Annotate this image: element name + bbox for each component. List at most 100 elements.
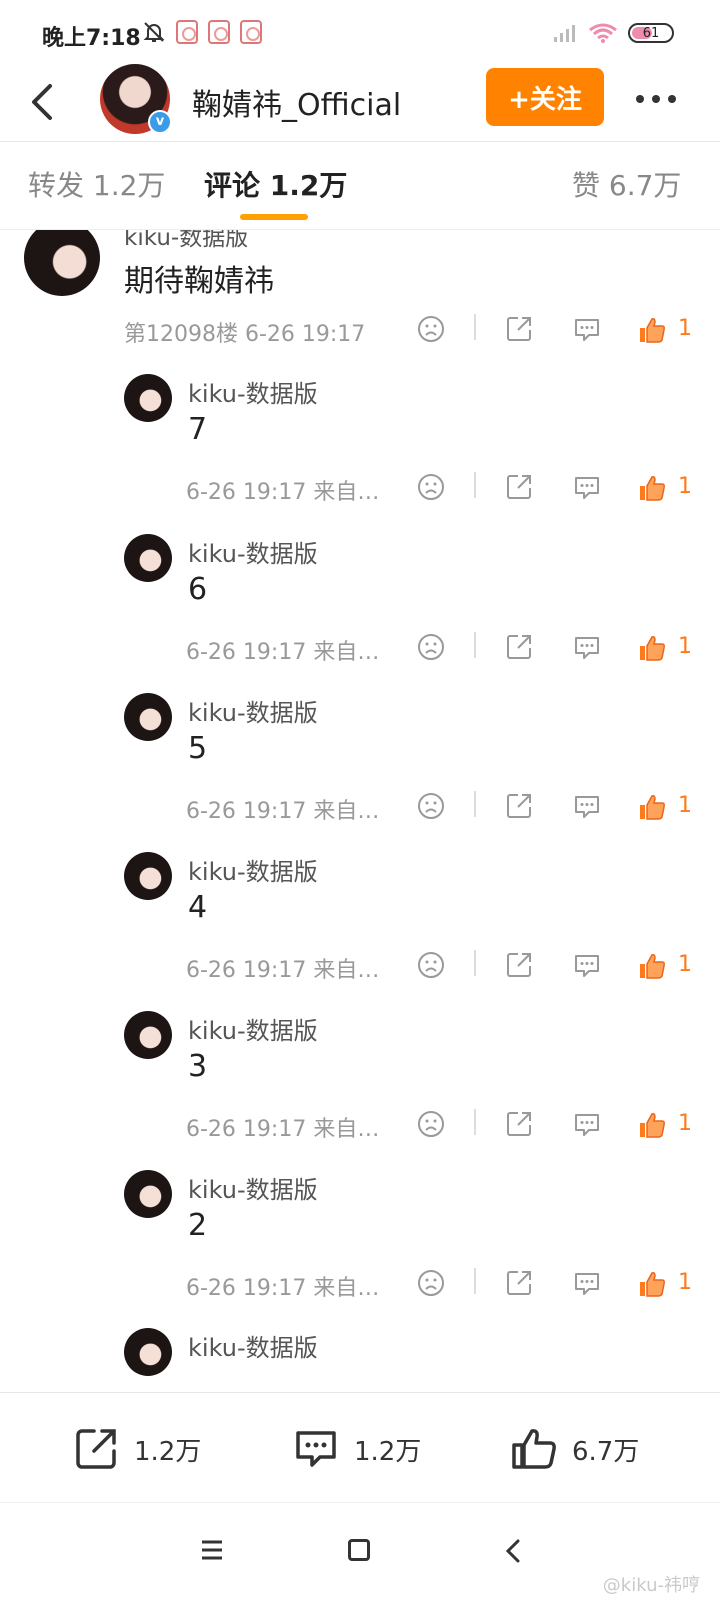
avatar[interactable] — [124, 374, 172, 422]
comment-list[interactable]: kiku-数据版 期待鞠婧祎 第12098楼 6-26 19:17 1 kiku… — [0, 230, 720, 1392]
more-options-icon[interactable] — [636, 84, 684, 114]
reply-text: 4 — [188, 890, 208, 925]
notification-icons — [142, 20, 262, 44]
comment-actions: 1 — [0, 314, 720, 354]
like-thumb-icon[interactable] — [636, 1268, 668, 1300]
reply-username[interactable]: kiku-数据版 — [188, 534, 318, 569]
dislike-face-icon[interactable] — [416, 472, 446, 502]
author-name[interactable]: 鞠婧祎_Official — [192, 80, 401, 124]
reply-item: kiku-数据版 5 6-26 19:17 来自… 1 — [0, 693, 720, 855]
like-thumb-icon[interactable] — [636, 950, 668, 982]
tab-reposts[interactable]: 转发 1.2万 — [28, 164, 165, 204]
reply-text: 3 — [188, 1049, 208, 1084]
reply-actions: 1 — [0, 1109, 720, 1149]
avatar[interactable] — [124, 1328, 172, 1376]
avatar[interactable] — [124, 1011, 172, 1059]
divider — [474, 950, 476, 976]
avatar[interactable] — [24, 230, 100, 296]
watermark: @kiku-祎哼 — [602, 1575, 700, 1596]
avatar[interactable] — [124, 693, 172, 741]
reply-icon[interactable] — [572, 1109, 602, 1139]
divider — [474, 632, 476, 658]
repost-count: 1.2万 — [134, 1436, 202, 1467]
wifi-icon — [589, 23, 617, 43]
reply-actions: 1 — [0, 1268, 720, 1308]
avatar[interactable] — [124, 852, 172, 900]
reply-actions: 1 — [0, 632, 720, 672]
weibo-notification-icon — [208, 20, 230, 44]
dislike-face-icon[interactable] — [416, 1109, 446, 1139]
reply-username[interactable]: kiku-数据版 — [188, 374, 318, 409]
dislike-face-icon[interactable] — [416, 791, 446, 821]
divider — [474, 791, 476, 817]
reply-icon[interactable] — [572, 632, 602, 662]
comment-button[interactable]: 1.2万 — [292, 1425, 421, 1473]
dislike-face-icon[interactable] — [416, 950, 446, 980]
signal-icon — [554, 25, 575, 42]
bottom-action-bar: 1.2万 1.2万 6.7万 — [0, 1392, 720, 1502]
divider — [474, 472, 476, 498]
reply-icon[interactable] — [572, 314, 602, 344]
reply-username[interactable]: kiku-数据版 — [188, 852, 318, 887]
dislike-face-icon[interactable] — [416, 1268, 446, 1298]
comment-icon — [296, 1431, 336, 1467]
comment-text: 期待鞠婧祎 — [124, 264, 274, 299]
share-icon[interactable] — [504, 791, 534, 821]
repost-button[interactable]: 1.2万 — [72, 1425, 201, 1473]
share-icon[interactable] — [504, 632, 534, 662]
like-thumb-icon[interactable] — [636, 314, 668, 346]
reply-actions: 1 — [0, 950, 720, 990]
reply-item: kiku-数据版 2 6-26 19:17 来自… 1 — [0, 1170, 720, 1332]
share-icon[interactable] — [504, 472, 534, 502]
reply-username[interactable]: kiku-数据版 — [188, 1011, 318, 1046]
reply-item: kiku-数据版 3 6-26 19:17 来自… 1 — [0, 1011, 720, 1173]
reply-text: 7 — [188, 412, 208, 447]
share-icon[interactable] — [504, 314, 534, 344]
reply-username[interactable]: kiku-数据版 — [188, 693, 318, 728]
follow-button[interactable]: +关注 — [486, 68, 604, 126]
dislike-face-icon[interactable] — [416, 314, 446, 344]
reply-item: kiku-数据版 — [0, 1328, 720, 1392]
like-thumb-icon[interactable] — [636, 632, 668, 664]
tab-likes[interactable]: 赞 6.7万 — [572, 164, 681, 204]
system-back-icon[interactable] — [500, 1537, 524, 1565]
tab-bar: 转发 1.2万 评论 1.2万 赞 6.7万 — [0, 142, 720, 230]
divider — [474, 1109, 476, 1135]
battery-level: 61 — [642, 25, 660, 41]
share-icon[interactable] — [504, 1268, 534, 1298]
tab-comments[interactable]: 评论 1.2万 — [204, 164, 347, 204]
status-time: 晚上7:18 — [42, 26, 141, 51]
like-thumb-icon[interactable] — [636, 791, 668, 823]
back-arrow-icon[interactable] — [24, 80, 64, 124]
weibo-notification-icon — [176, 20, 198, 44]
post-header: v 鞠婧祎_Official +关注 — [0, 64, 720, 142]
comment-item: kiku-数据版 期待鞠婧祎 第12098楼 6-26 19:17 1 — [0, 230, 720, 370]
reply-icon[interactable] — [572, 472, 602, 502]
system-navigation: @kiku-祎哼 — [0, 1502, 720, 1600]
like-thumb-icon[interactable] — [636, 472, 668, 504]
reply-username[interactable]: kiku-数据版 — [188, 1328, 318, 1363]
like-count: 1 — [678, 1111, 692, 1136]
avatar[interactable] — [124, 1170, 172, 1218]
like-count: 1 — [678, 474, 692, 499]
status-right: 61 — [552, 22, 674, 44]
dislike-face-icon[interactable] — [416, 632, 446, 662]
reply-text: 6 — [188, 572, 208, 607]
comment-username[interactable]: kiku-数据版 — [124, 230, 248, 252]
like-count: 1 — [678, 793, 692, 818]
share-icon[interactable] — [504, 1109, 534, 1139]
like-thumb-icon[interactable] — [636, 1109, 668, 1141]
reply-item: kiku-数据版 6 6-26 19:17 来自… 1 — [0, 534, 720, 696]
reply-icon[interactable] — [572, 1268, 602, 1298]
comment-count: 1.2万 — [354, 1436, 422, 1467]
share-icon[interactable] — [504, 950, 534, 980]
recent-apps-icon[interactable] — [200, 1539, 224, 1561]
avatar[interactable] — [124, 534, 172, 582]
divider — [474, 314, 476, 340]
reply-username[interactable]: kiku-数据版 — [188, 1170, 318, 1205]
reply-icon[interactable] — [572, 791, 602, 821]
like-button[interactable]: 6.7万 — [510, 1425, 639, 1473]
share-icon — [76, 1429, 116, 1469]
home-icon[interactable] — [348, 1539, 370, 1561]
reply-icon[interactable] — [572, 950, 602, 980]
